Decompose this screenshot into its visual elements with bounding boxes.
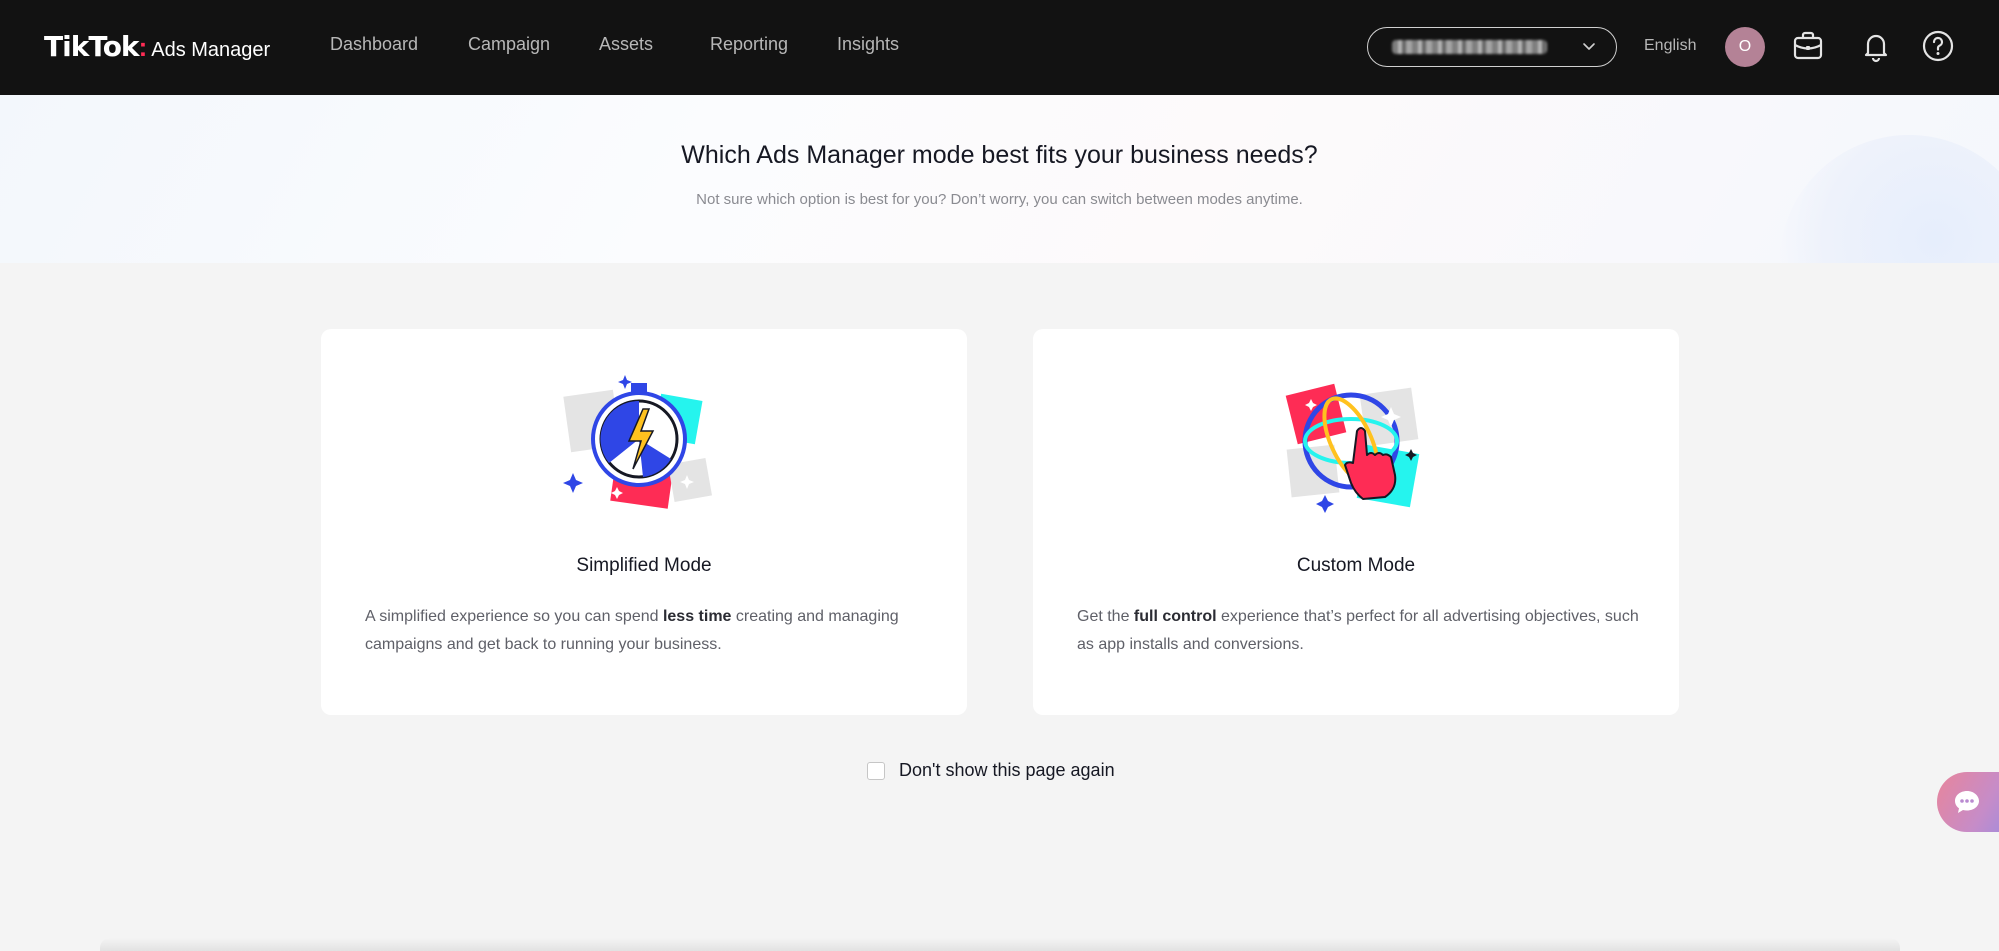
custom-mode-card[interactable]: Custom Mode Get the full control experie… — [1033, 329, 1679, 715]
custom-mode-title: Custom Mode — [1296, 555, 1416, 576]
stopwatch-lightning-icon — [563, 375, 713, 509]
support-chat-button[interactable] — [1937, 772, 1999, 832]
account-selector[interactable] — [1367, 27, 1617, 67]
nav-assets[interactable]: Assets — [599, 34, 653, 55]
custom-mode-description: Get the full control experience that’s p… — [1077, 608, 1639, 653]
page-subtitle: Not sure which option is best for you? D… — [696, 191, 1303, 208]
chevron-down-icon — [1583, 43, 1595, 50]
simplified-mode-card[interactable]: Simplified Mode A simplified experience … — [321, 329, 967, 715]
chat-bubble-icon — [1955, 791, 1979, 813]
avatar[interactable]: O — [1725, 27, 1765, 67]
logo-separator: : — [138, 32, 148, 62]
dont-show-again-option[interactable]: Don't show this page again — [867, 760, 1115, 781]
briefcase-icon[interactable] — [1790, 28, 1826, 64]
nav-campaign[interactable]: Campaign — [468, 34, 550, 55]
nav-dashboard[interactable]: Dashboard — [330, 34, 418, 55]
globe-hand-icon — [1285, 383, 1420, 513]
nav-insights[interactable]: Insights — [837, 34, 899, 55]
bottom-panel-edge — [100, 938, 1900, 951]
help-icon[interactable] — [1920, 28, 1956, 64]
dont-show-again-label: Don't show this page again — [899, 760, 1115, 780]
bell-icon[interactable] — [1858, 28, 1894, 64]
language-selector[interactable]: English — [1644, 37, 1696, 55]
account-name-redacted — [1392, 40, 1547, 54]
mode-selection-hero: Which Ads Manager mode best fits your bu… — [0, 95, 1999, 263]
page-title: Which Ads Manager mode best fits your bu… — [681, 141, 1318, 169]
nav-reporting[interactable]: Reporting — [710, 34, 788, 55]
tiktok-ads-manager-logo[interactable]: TikTok : Ads Manager — [44, 30, 270, 63]
logo-product-name: Ads Manager — [151, 39, 271, 61]
dont-show-again-checkbox[interactable] — [867, 761, 885, 780]
top-navigation-bar: TikTok : Ads Manager Dashboard Campaign … — [0, 0, 1999, 95]
logo-wordmark: TikTok — [44, 30, 140, 63]
simplified-mode-title: Simplified Mode — [576, 555, 712, 576]
simplified-mode-description: A simplified experience so you can spend… — [365, 608, 899, 653]
